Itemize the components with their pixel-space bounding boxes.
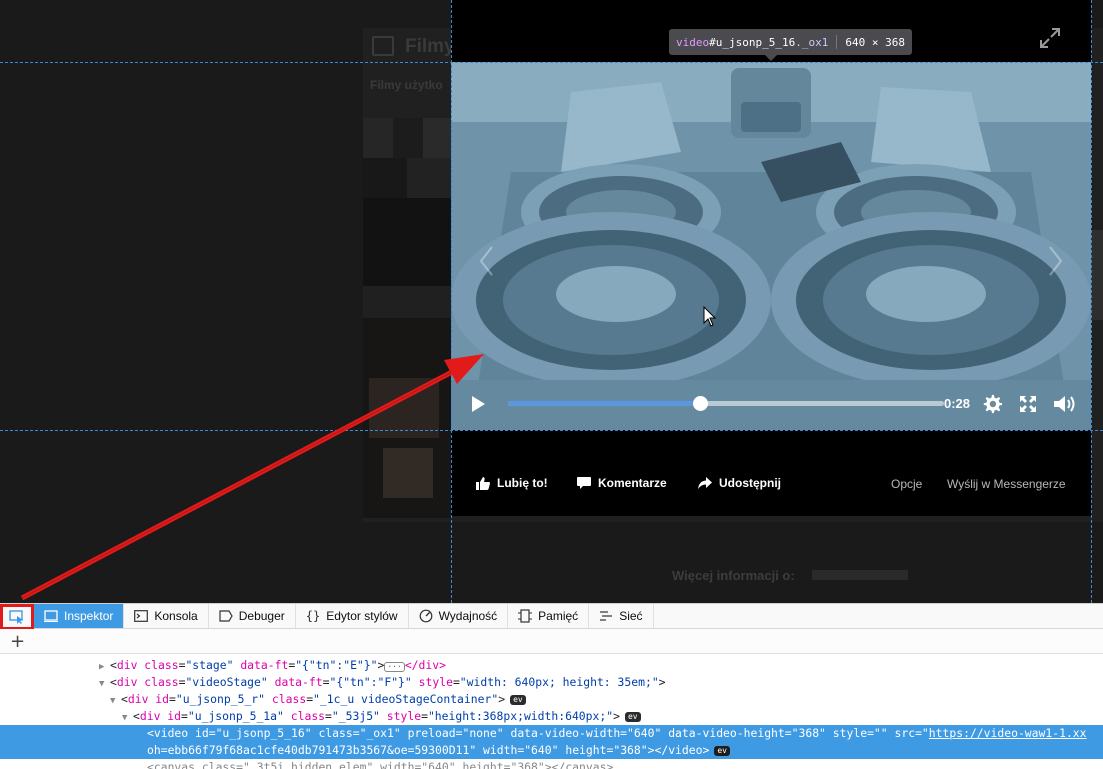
film-icon [372, 36, 394, 56]
markup-node[interactable]: ▼ <div id="u_jsonp_5_r" class="_1c_u vide… [0, 691, 1103, 708]
tab-console[interactable]: Konsola [124, 604, 209, 628]
markup-node[interactable]: ▼ <div class="videoStage" data-ft="{"tn":… [0, 674, 1103, 691]
video-thumbnail[interactable] [363, 318, 451, 518]
element-tooltip: video #u_jsonp_5_16 ._ox1 640 × 368 [669, 29, 912, 61]
inspector-icon [44, 610, 58, 622]
markup-node[interactable]: ▼ <div id="u_jsonp_5_1a" class="_53j5" st… [0, 708, 1103, 725]
guide-line [1091, 0, 1092, 603]
tab-network[interactable]: Sieć [589, 604, 654, 628]
share-button[interactable]: Udostępnij [698, 476, 781, 490]
guide-line [451, 0, 452, 603]
tooltip-id: #u_jsonp_5_16 [709, 35, 796, 49]
like-label: Lubię to! [497, 476, 548, 490]
markup-node-selected[interactable]: <video id="u_jsonp_5_16" class="_ox1" pr… [0, 725, 1103, 759]
memory-icon [518, 609, 533, 623]
debugger-icon [219, 610, 233, 622]
tab-label: Sieć [619, 609, 643, 623]
devtools-subtoolbar: + [0, 629, 1103, 654]
inspector-highlight [451, 62, 1091, 430]
time-remaining: 0:28 [944, 396, 971, 411]
element-picker-icon [9, 610, 23, 624]
mouse-cursor-icon [703, 306, 717, 327]
guide-line [0, 62, 1103, 63]
fullscreen-icon[interactable] [1018, 394, 1038, 414]
gear-icon[interactable] [981, 393, 1003, 415]
markup-view: ▶ <div class="stage" data-ft="{"tn":"E"}"… [0, 654, 1103, 769]
devtools-toolbar: Inspektor Konsola Debuger {} Edytor styl… [0, 603, 1103, 630]
play-icon[interactable] [468, 394, 488, 414]
tab-label: Wydajność [438, 609, 498, 623]
guide-line [0, 430, 1103, 431]
redacted-name [812, 570, 908, 580]
network-icon [600, 611, 613, 621]
element-picker-button[interactable] [0, 604, 34, 630]
share-label: Udostępnij [719, 476, 781, 490]
screenshot-root: Filmy Filmy użytko Więcej informacji o: [0, 0, 1103, 769]
options-link[interactable]: Opcje [891, 477, 922, 491]
video-thumbnail[interactable] [363, 118, 451, 286]
tab-label: Pamięć [538, 609, 579, 623]
expand-icon[interactable] [1038, 26, 1062, 50]
tooltip-tag: video [676, 35, 710, 49]
page-title: Filmy [405, 36, 455, 57]
like-button[interactable]: Lubię to! [476, 476, 548, 490]
tab-style-editor[interactable]: {} Edytor stylów [296, 604, 409, 628]
console-icon [134, 610, 149, 622]
more-info-label: Więcej informacji o: [672, 568, 795, 583]
tab-debugger[interactable]: Debuger [209, 604, 296, 628]
progress-bar[interactable] [508, 396, 944, 411]
next-arrow-icon[interactable] [1048, 245, 1064, 277]
markup-node[interactable]: <canvas class="_3t5i hidden_elem" width=… [0, 759, 1103, 769]
comment-button[interactable]: Komentarze [577, 476, 667, 490]
comment-icon [577, 476, 591, 489]
share-icon [698, 476, 712, 489]
tab-label: Edytor stylów [326, 609, 398, 623]
tab-label: Inspektor [64, 609, 114, 623]
tab-label: Debuger [238, 609, 285, 623]
tab-performance[interactable]: Wydajność [409, 604, 509, 628]
add-node-icon[interactable]: + [10, 631, 25, 652]
page-subtitle: Filmy użytko [370, 78, 443, 92]
comment-label: Komentarze [598, 476, 667, 490]
previous-arrow-icon[interactable] [478, 245, 494, 277]
tab-label: Konsola [154, 609, 198, 623]
progress-fill [508, 401, 700, 406]
tab-inspector[interactable]: Inspektor [34, 604, 125, 628]
performance-icon [419, 609, 432, 623]
progress-knob[interactable] [692, 396, 708, 411]
style-editor-icon: {} [305, 609, 321, 623]
thumbs-up-icon [476, 476, 490, 490]
tooltip-class: ._ox1 [795, 35, 829, 49]
tooltip-size: 640 × 368 [845, 35, 905, 49]
volume-icon[interactable] [1052, 393, 1076, 415]
send-messenger-link[interactable]: Wyślij w Messengerze [947, 477, 1066, 491]
markup-node[interactable]: ▶ <div class="stage" data-ft="{"tn":"E"}"… [0, 657, 1103, 674]
tab-memory[interactable]: Pamięć [508, 604, 590, 628]
